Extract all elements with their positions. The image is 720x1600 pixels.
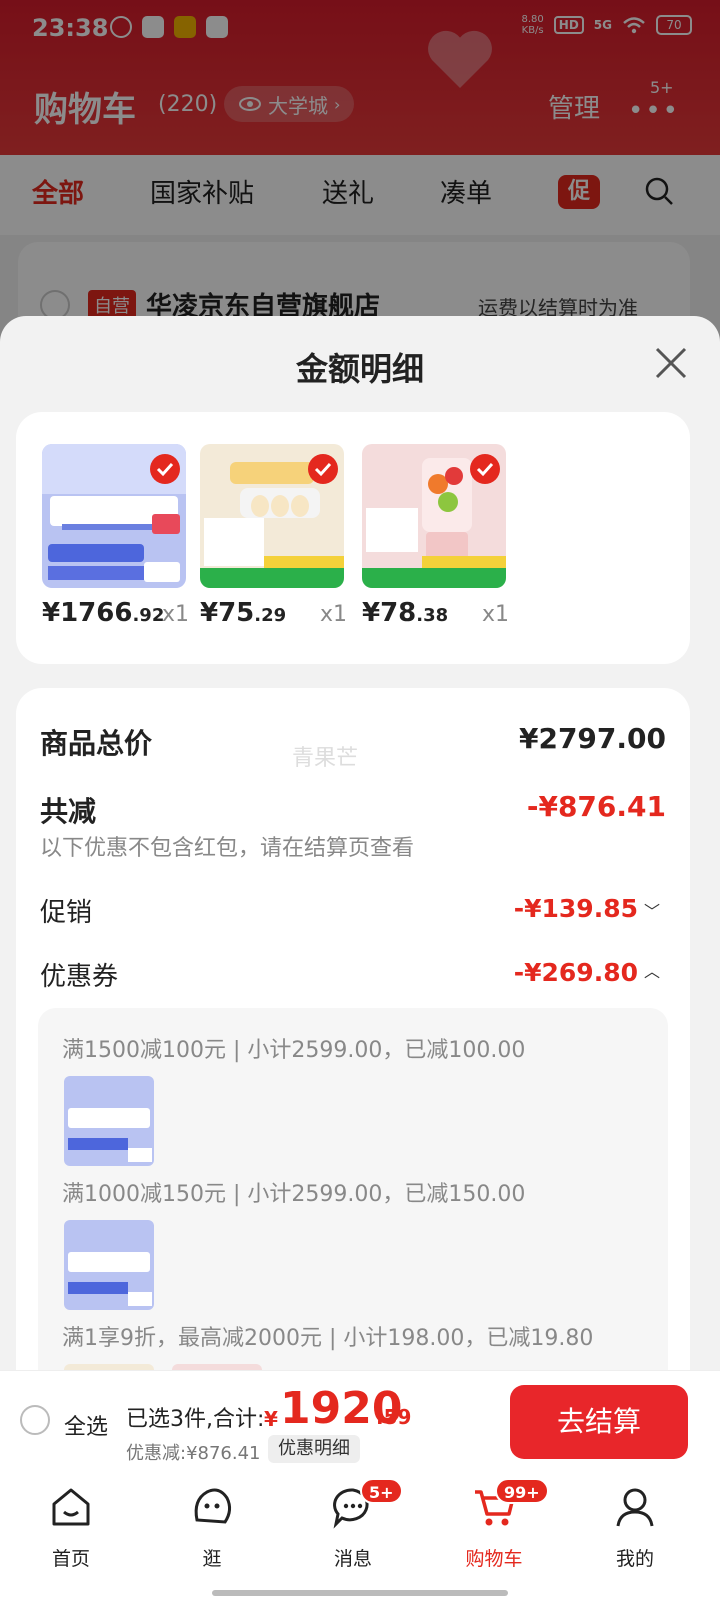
product-quantity: x1 (320, 602, 348, 627)
cart-badge: 99+ (495, 1478, 549, 1504)
tab-profile-label: 我的 (615, 1548, 654, 1570)
reduce-value: -¥876.41 (526, 790, 666, 823)
reduce-note: 以下优惠不包含红包，请在结算页查看 (40, 836, 415, 861)
coupon-line: 满1500减100元 | 小计2599.00，已减100.00 (62, 1038, 526, 1063)
home-icon (52, 1488, 90, 1526)
total-value: ¥2797.00 (518, 722, 666, 755)
coupon-label[interactable]: 优惠券 (40, 956, 118, 993)
checked-icon (308, 454, 338, 484)
total-amount-decimal: .59 (376, 1405, 412, 1429)
watermark: 青果芒 (292, 746, 359, 771)
tab-browse[interactable]: 逛 (157, 1484, 267, 1571)
tab-cart-label: 购物车 (465, 1548, 523, 1570)
discount-detail-button[interactable]: 优惠明细 (268, 1435, 360, 1463)
checked-icon (150, 454, 180, 484)
coupon-value[interactable]: -¥269.80 (514, 958, 638, 987)
product-price: ¥1766.92 (42, 598, 165, 628)
tab-messages[interactable]: 消息 5+ (298, 1478, 408, 1571)
checked-icon (470, 454, 500, 484)
coupon-line: 满1000减150元 | 小计2599.00，已减150.00 (62, 1182, 526, 1207)
product-quantity: x1 (482, 602, 510, 627)
select-all-radio[interactable] (20, 1405, 50, 1435)
browse-icon (194, 1488, 232, 1524)
tab-messages-label: 消息 (333, 1548, 372, 1570)
tab-profile[interactable]: 我的 (580, 1484, 690, 1571)
promo-value[interactable]: -¥139.85 (514, 894, 638, 923)
amount-detail-card: 商品总价 青果芒 ¥2797.00 共减 -¥876.41 以下优惠不包含红包，… (16, 688, 690, 1470)
tab-home[interactable]: 首页 (16, 1484, 126, 1571)
discount-note: 优惠减:¥876.41 (126, 1443, 261, 1464)
select-all-label[interactable]: 全选 (64, 1409, 108, 1441)
messages-badge: 5+ (360, 1478, 403, 1504)
product-quantity: x1 (162, 602, 190, 627)
total-label: 商品总价 (40, 727, 153, 760)
sheet-title: 金额明细 (295, 350, 424, 388)
reduce-label: 共减 (40, 795, 97, 828)
selected-count: 已选3件,合计: (126, 1407, 265, 1432)
profile-icon (616, 1488, 654, 1527)
bottom-tab-bar: 首页 逛 消息 5+ 购物车 99+ 我的 (0, 1470, 720, 1600)
close-icon[interactable] (654, 346, 688, 380)
checkout-bar: 全选 已选3件,合计: ¥ 1920 .59 优惠减:¥876.41 优惠明细 … (0, 1370, 720, 1470)
products-card: ¥1766.92 x1 ¥75.29 x1 ¥78.38 x1 (16, 412, 690, 664)
home-indicator[interactable] (212, 1590, 508, 1596)
promo-label[interactable]: 促销 (40, 892, 92, 929)
checkout-button[interactable]: 去结算 (510, 1385, 688, 1459)
coupon-product-thumb (64, 1220, 154, 1310)
total-currency: ¥ (264, 1407, 278, 1431)
chevron-up-icon[interactable]: ︿ (644, 958, 660, 982)
tab-home-label: 首页 (51, 1548, 90, 1570)
product-price: ¥78.38 (362, 598, 449, 628)
tab-cart[interactable]: 购物车 99+ (439, 1478, 549, 1571)
product-price: ¥75.29 (200, 598, 287, 628)
coupon-line: 满1享9折，最高减2000元 | 小计198.00，已减19.80 (62, 1326, 594, 1351)
coupon-product-thumb (64, 1076, 154, 1166)
chevron-down-icon[interactable]: ﹀ (644, 898, 660, 922)
tab-browse-label: 逛 (202, 1548, 222, 1570)
coupon-detail-box: 满1500减100元 | 小计2599.00，已减100.00 满1000减15… (38, 1008, 668, 1454)
amount-detail-sheet: 金额明细 ¥1766.92 x1 ¥75.29 x1 ¥78.38 x1 商品总… (0, 316, 720, 1470)
